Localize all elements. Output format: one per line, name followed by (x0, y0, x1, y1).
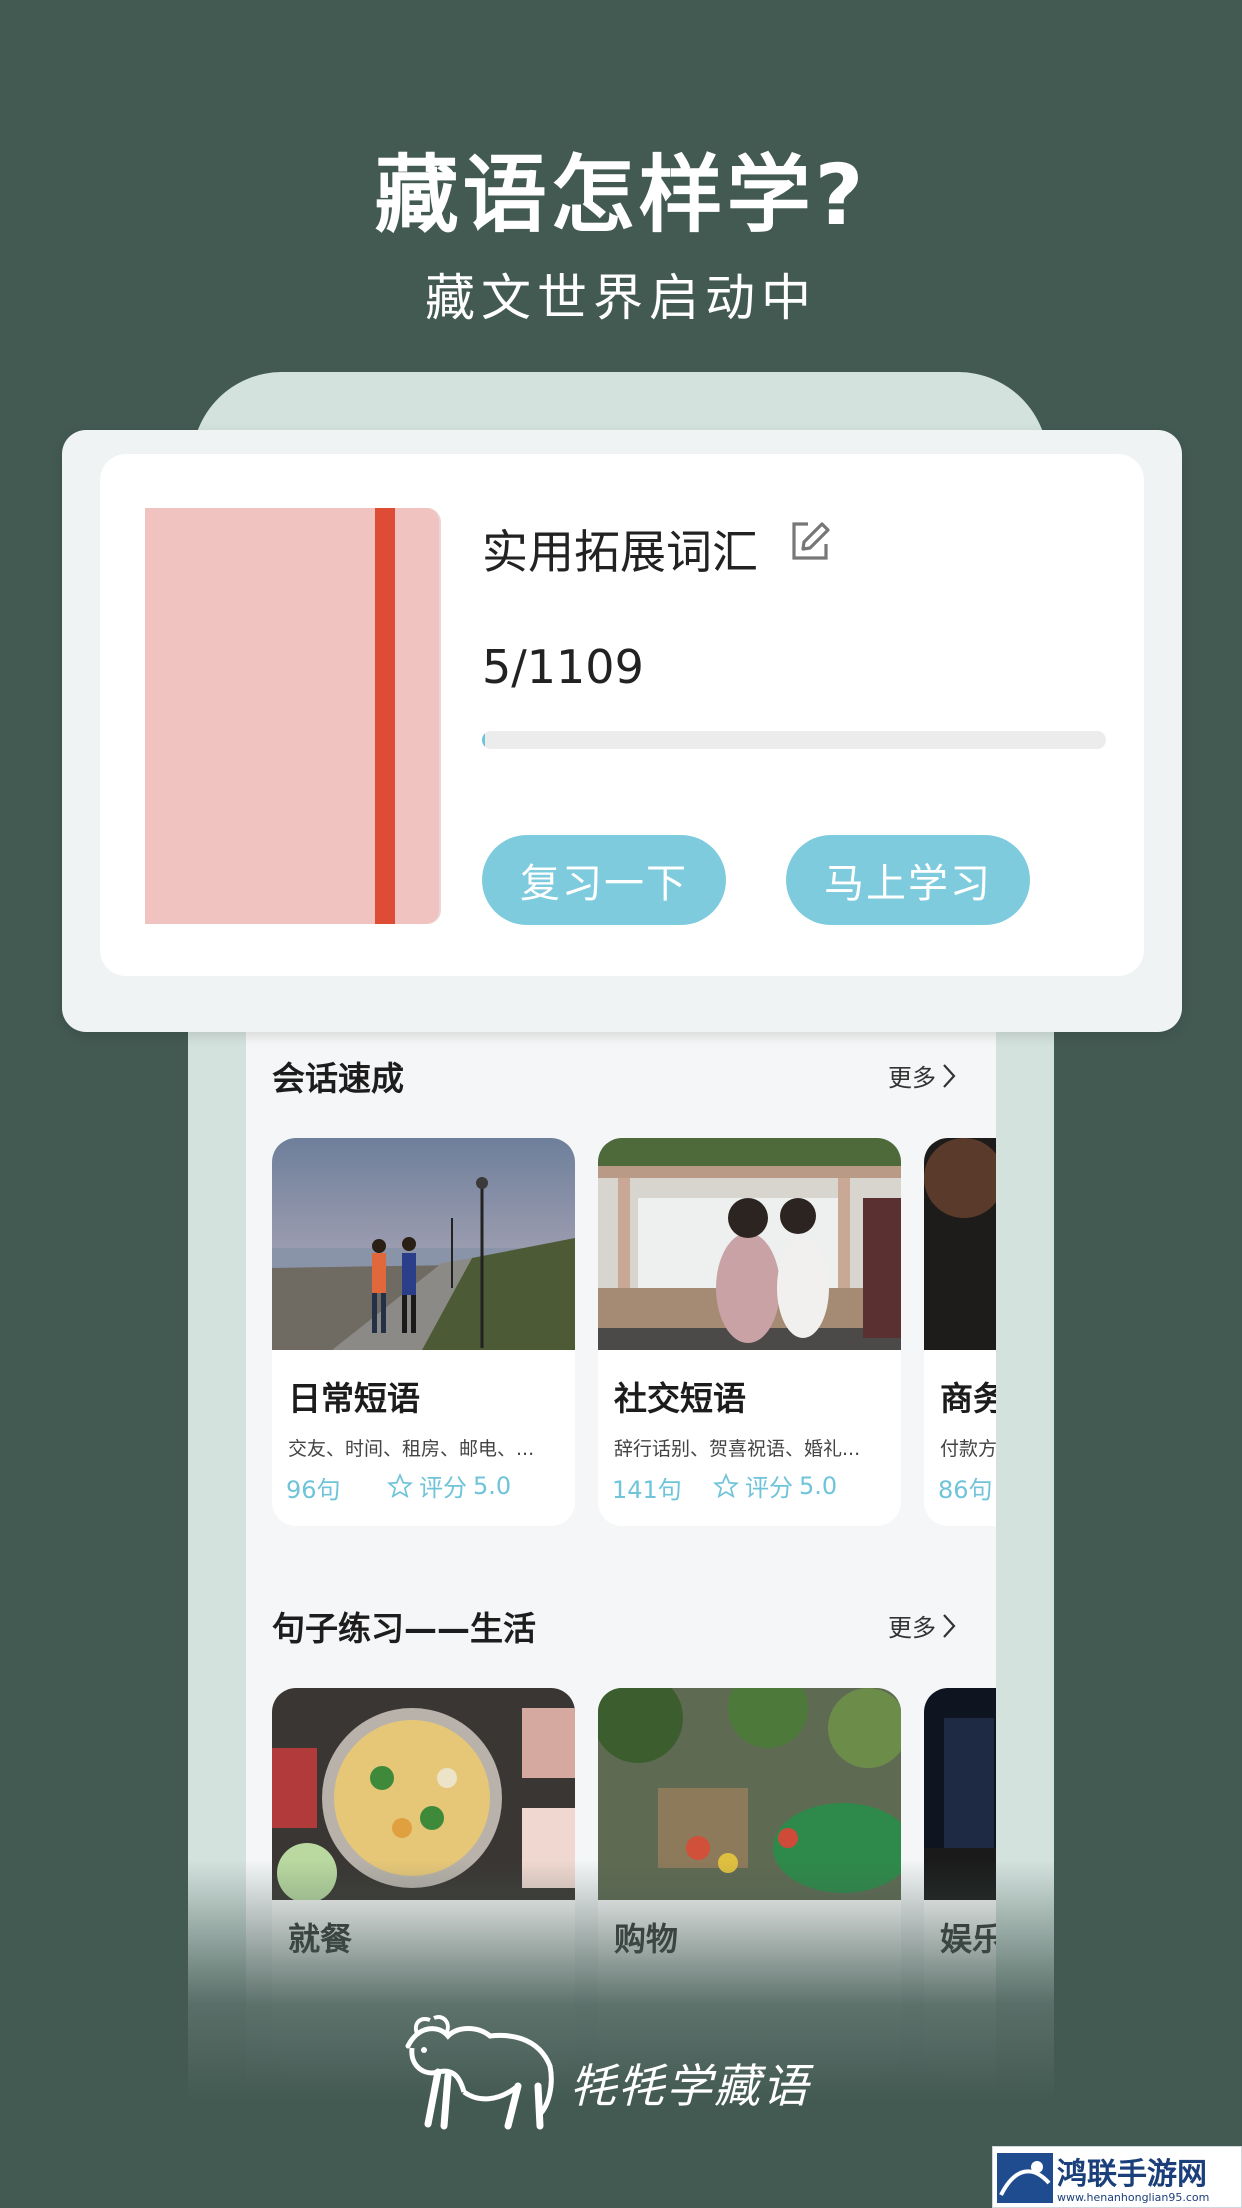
more-label: 更多 (888, 1064, 936, 1092)
section-title-conversation: 会话速成 (272, 1059, 404, 1098)
seaside-walk-photo (272, 1138, 575, 1350)
card-rating: 评分 5.0 (713, 1468, 837, 1503)
review-button[interactable]: 复习一下 (482, 835, 726, 925)
section-title-sentences: 句子练习——生活 (272, 1609, 536, 1648)
star-icon (387, 1472, 413, 1498)
card-count: 141句 (612, 1476, 682, 1504)
star-icon (713, 1472, 739, 1498)
watermark-url: www.henanhonglian95.com (1057, 2191, 1210, 2204)
section-more-conversation[interactable]: 更多 (888, 1058, 956, 1093)
card-count: 86句 (938, 1476, 993, 1504)
card-rating: 评分 5.0 (387, 1468, 511, 1503)
card-description: 交友、时间、租房、邮电、... (288, 1438, 535, 1460)
rating-label: 评分 (419, 1474, 467, 1502)
course-card-daily[interactable]: 日常短语 交友、时间、租房、邮电、... 96句 评分 5.0 (272, 1138, 575, 1526)
course-card-business[interactable]: 商务 付款方 86句 (924, 1138, 996, 1526)
rating-label: 评分 (745, 1474, 793, 1502)
book-ribbon (375, 508, 395, 924)
vocab-progress-bar (482, 731, 1106, 749)
vocab-book-cover[interactable] (145, 508, 441, 924)
course-card-social[interactable]: 社交短语 辞行话别、贺喜祝语、婚礼... 141句 评分 5.0 (598, 1138, 901, 1526)
study-now-button[interactable]: 马上学习 (786, 835, 1030, 925)
business-photo (924, 1138, 996, 1350)
more-label: 更多 (888, 1614, 936, 1642)
card-title: 日常短语 (288, 1379, 420, 1418)
card-clip: 商务 付款方 86句 (924, 1138, 996, 1526)
hero-subtitle: 藏文世界启动中 (425, 269, 817, 327)
edit-icon[interactable] (786, 518, 834, 566)
chevron-right-icon (943, 1613, 956, 1638)
site-emblem-icon (997, 2153, 1053, 2203)
card-description: 辞行话别、贺喜祝语、婚礼... (614, 1438, 861, 1460)
friends-sitting-photo (598, 1138, 901, 1350)
watermark-title: 鸿联手游网 (1057, 2157, 1207, 2192)
rating-value: 5.0 (799, 1471, 838, 1500)
card-title: 商务 (940, 1379, 996, 1418)
brand-logo-text: 牦牦学藏语 (570, 2059, 810, 2113)
site-watermark: 鸿联手游网 www.henanhonglian95.com (992, 2146, 1242, 2208)
rating-value: 5.0 (473, 1471, 512, 1500)
card-title: 社交短语 (614, 1379, 746, 1418)
vocab-title: 实用拓展词汇 (482, 525, 758, 579)
card-count: 96句 (286, 1476, 341, 1504)
vocab-progress-text: 5/1109 (482, 640, 644, 694)
hero-title: 藏语怎样学? (374, 146, 868, 244)
yak-logo-icon (405, 2015, 554, 2130)
card-description: 付款方 (940, 1438, 996, 1460)
chevron-right-icon (943, 1063, 956, 1088)
section-more-sentences[interactable]: 更多 (888, 1608, 956, 1643)
